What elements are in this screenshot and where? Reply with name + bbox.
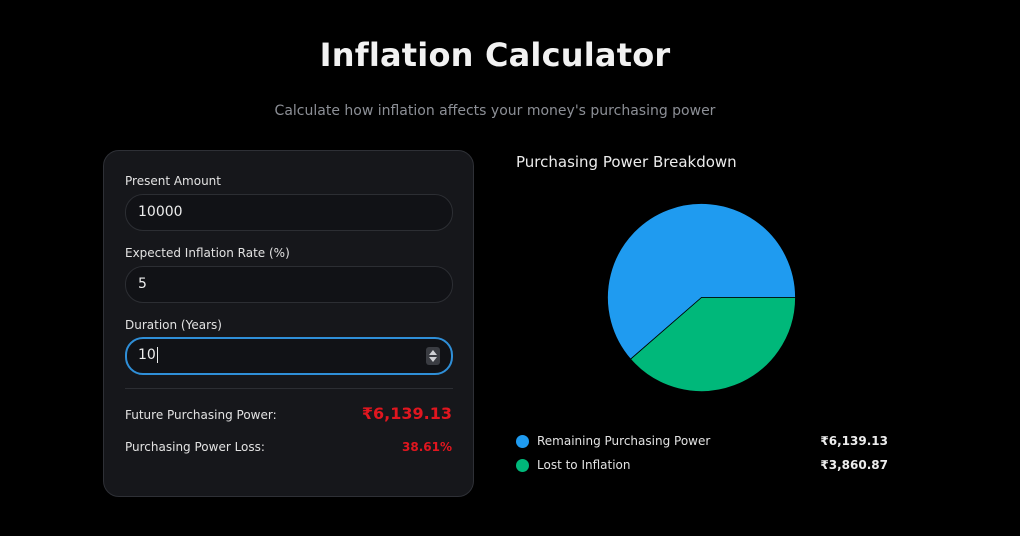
text-caret [156,347,158,363]
number-stepper[interactable] [426,347,440,365]
legend-item-remaining: Remaining Purchasing Power ₹6,139.13 [516,433,888,451]
legend-swatch-remaining [516,435,529,448]
calculator-card: Present Amount 10000 Expected Inflation … [103,150,474,497]
stepper-down-icon[interactable] [429,357,437,362]
stepper-up-icon[interactable] [429,350,437,355]
page: Inflation Calculator Calculate how infla… [0,0,1020,536]
page-subtitle: Calculate how inflation affects your mon… [274,103,716,119]
duration-value: 10 [138,347,156,363]
inflation-rate-value: 5 [138,276,147,292]
present-amount-label: Present Amount [125,174,221,188]
loss-value: 38.61% [402,440,452,454]
legend-swatch-lost [516,459,529,472]
legend-value-lost: ₹3,860.87 [820,458,888,472]
future-power-value: ₹6,139.13 [361,404,452,423]
loss-label: Purchasing Power Loss: [125,440,265,454]
legend-label-remaining: Remaining Purchasing Power [537,434,711,448]
legend-item-lost: Lost to Inflation ₹3,860.87 [516,457,888,475]
duration-input[interactable]: 10 [125,337,453,375]
inflation-rate-input[interactable]: 5 [125,266,453,303]
pie-chart [607,203,796,392]
results-divider [125,388,453,389]
present-amount-input[interactable]: 10000 [125,194,453,231]
page-title: Inflation Calculator [319,36,671,74]
inflation-rate-label: Expected Inflation Rate (%) [125,246,290,260]
future-power-label: Future Purchasing Power: [125,408,277,422]
chart-title: Purchasing Power Breakdown [516,153,737,171]
legend-label-lost: Lost to Inflation [537,458,631,472]
present-amount-value: 10000 [138,204,183,220]
duration-label: Duration (Years) [125,318,222,332]
legend-value-remaining: ₹6,139.13 [820,434,888,448]
